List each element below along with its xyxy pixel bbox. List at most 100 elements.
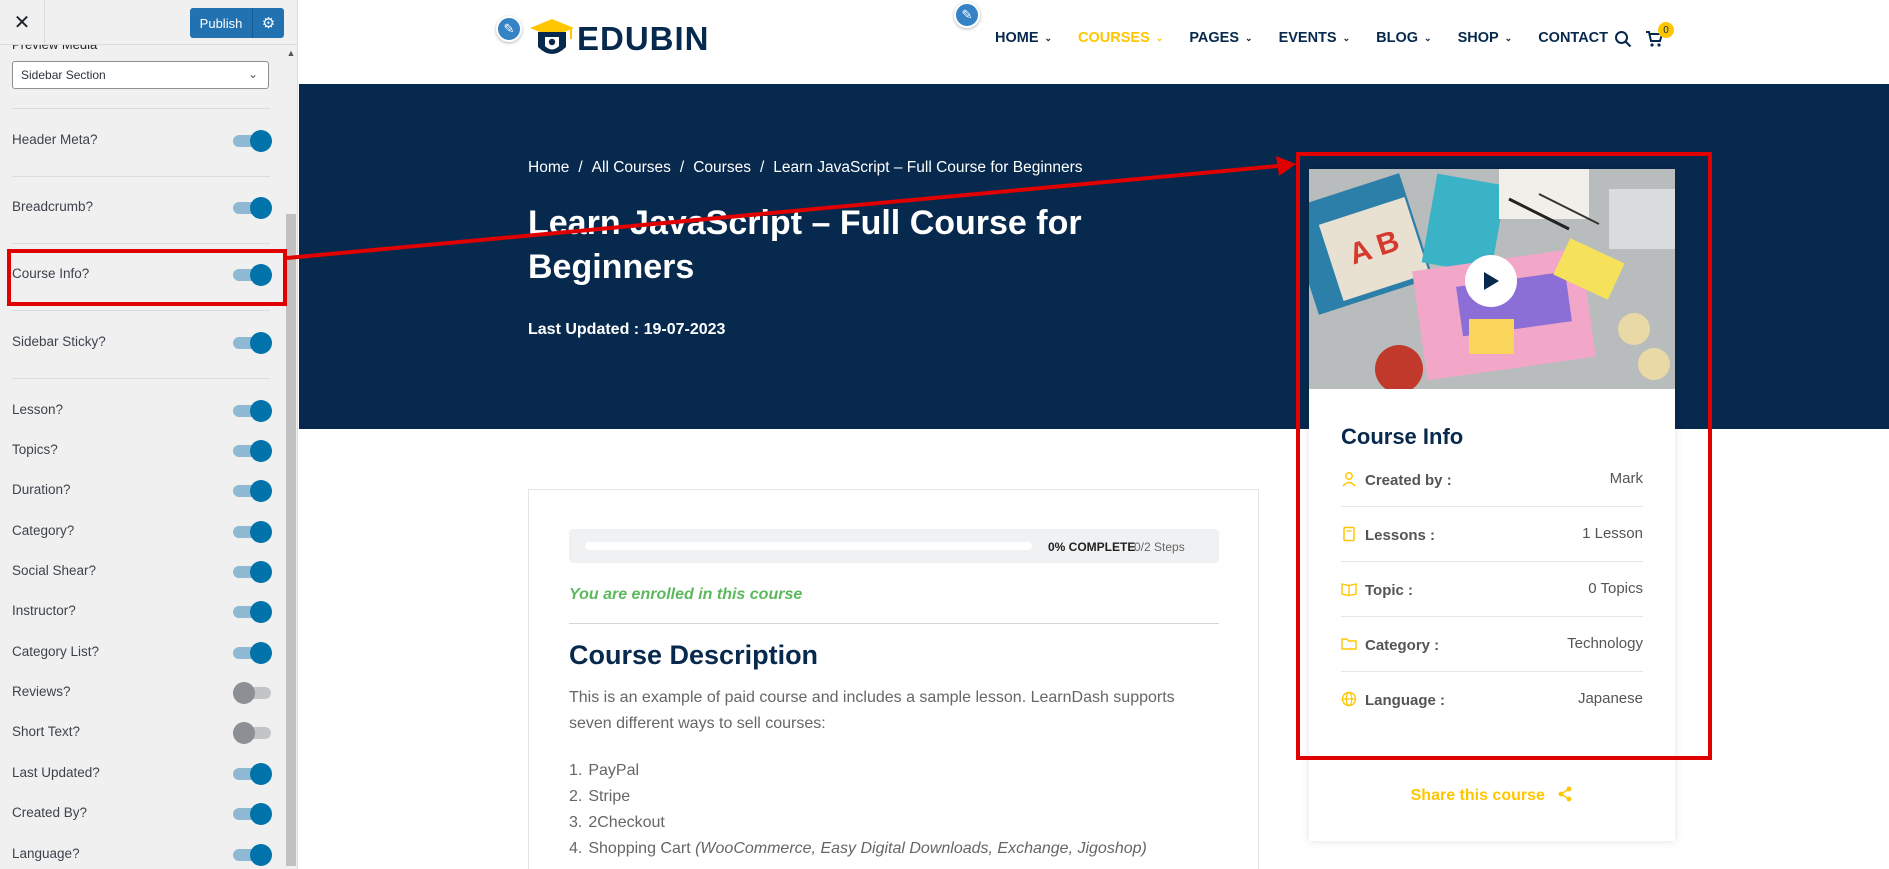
toggle-label: Header Meta? <box>12 132 98 147</box>
nav-item-blog[interactable]: BLOG ⌄ <box>1376 30 1431 46</box>
toggle-switch[interactable] <box>233 763 272 785</box>
progress-steps: 0/2 Steps <box>1134 540 1185 554</box>
info-key: Language : <box>1365 692 1446 709</box>
list-item: 3. 2Checkout <box>569 810 1147 836</box>
preview-media-select[interactable]: Sidebar Section ⌄ <box>12 61 269 89</box>
sidebar-scroll-thumb[interactable] <box>286 214 296 866</box>
toggle-switch[interactable] <box>233 682 271 704</box>
info-row-language: Language : Japanese <box>1341 672 1643 727</box>
list-number: 1. <box>569 762 583 779</box>
toggle-switch[interactable] <box>233 561 272 583</box>
user-icon <box>1342 472 1356 487</box>
last-updated-text: Last Updated : 19-07-2023 <box>528 321 726 338</box>
toggle-switch[interactable] <box>233 332 272 354</box>
toggle-switch[interactable] <box>233 197 272 219</box>
edit-logo-pencil-icon[interactable]: ✎ <box>496 16 522 42</box>
toggle-switch[interactable] <box>233 440 272 462</box>
scroll-up-arrow-icon[interactable]: ▲ <box>286 48 296 58</box>
toggle-row: Topics? <box>12 438 274 462</box>
nav-item-pages[interactable]: PAGES ⌄ <box>1189 30 1252 46</box>
customizer-sidebar: ✕ Publish ⚙ Preview Media Sidebar Sectio… <box>0 0 298 869</box>
toggle-label: Language? <box>12 846 80 861</box>
toggle-knob <box>250 601 272 623</box>
toggle-label: Short Text? <box>12 724 81 739</box>
toggle-label: Instructor? <box>12 603 76 618</box>
play-icon <box>1484 272 1499 290</box>
course-info-heading: Course Info <box>1341 424 1464 449</box>
toggle-knob <box>250 400 272 422</box>
toggle-switch[interactable] <box>233 521 272 543</box>
folder-icon <box>1341 638 1357 650</box>
course-title: Learn JavaScript – Full Course for Begin… <box>528 204 1082 286</box>
toggle-switch[interactable] <box>233 844 272 866</box>
toggle-knob <box>250 844 272 866</box>
nav-item-shop[interactable]: SHOP ⌄ <box>1458 30 1513 46</box>
logo-icon[interactable] <box>528 15 576 63</box>
open-book-icon <box>1341 583 1357 597</box>
toggle-knob <box>250 332 272 354</box>
logo-text[interactable]: EDUBIN <box>577 20 710 58</box>
toggle-row: Breadcrumb? <box>12 195 274 219</box>
close-customizer-button[interactable]: ✕ <box>0 0 45 45</box>
info-key: Lessons : <box>1365 527 1436 544</box>
toggle-knob <box>250 803 272 825</box>
breadcrumb-courses-link[interactable]: Courses <box>693 159 751 177</box>
nav-item-home[interactable]: HOME ⌄ <box>995 30 1052 46</box>
toggle-switch[interactable] <box>233 601 272 623</box>
toggle-knob <box>250 521 272 543</box>
site-header: ✎ EDUBIN ✎ HOME ⌄ COURSES ⌄ PAGES ⌄ EVENTS ⌄ BLO… <box>299 0 1889 84</box>
toggle-row: Duration? <box>12 478 274 502</box>
toggle-switch[interactable] <box>233 130 272 152</box>
toggle-switch[interactable] <box>233 722 271 744</box>
toggle-knob <box>250 197 272 219</box>
breadcrumb-all-courses-link[interactable]: All Courses <box>592 159 671 177</box>
site-preview: ✎ EDUBIN ✎ HOME ⌄ COURSES ⌄ PAGES ⌄ EVENTS ⌄ BLO… <box>299 0 1889 869</box>
toggle-row: Header Meta? <box>12 128 274 152</box>
toggle-switch[interactable] <box>233 642 272 664</box>
info-value: Technology <box>1567 635 1643 652</box>
info-value: 0 Topics <box>1588 580 1643 597</box>
list-number: 4. <box>569 840 583 857</box>
toggle-switch[interactable] <box>233 803 272 825</box>
payment-method-name: Shopping Cart <box>588 840 691 857</box>
toggle-label: Sidebar Sticky? <box>12 334 106 349</box>
toggle-row: Sidebar Sticky? <box>12 330 274 354</box>
share-course-label: Share this course <box>1410 787 1545 804</box>
course-description-heading: Course Description <box>569 640 819 670</box>
nav-item-contact[interactable]: CONTACT <box>1538 30 1608 46</box>
info-value: Japanese <box>1577 690 1643 707</box>
toggle-row: Category List? <box>12 640 274 664</box>
edit-menu-pencil-icon[interactable]: ✎ <box>954 2 980 28</box>
toggle-switch[interactable] <box>233 400 272 422</box>
info-key: Category : <box>1365 637 1440 654</box>
sidebar-divider <box>12 243 270 244</box>
chevron-down-icon: ⌄ <box>247 67 258 81</box>
payment-method-name: Stripe <box>588 788 631 805</box>
nav-item-courses[interactable]: COURSES ⌄ <box>1078 30 1163 46</box>
toggle-label: Lesson? <box>12 402 64 417</box>
progress-percent: 0% COMPLETE <box>1048 540 1136 554</box>
publish-settings-gear-icon[interactable]: ⚙ <box>252 8 284 38</box>
share-course-link[interactable]: Share this course <box>1309 786 1675 805</box>
course-description-text: This is an example of paid course and in… <box>569 689 1175 732</box>
toggle-switch[interactable] <box>233 480 272 502</box>
toggle-label: Reviews? <box>12 684 71 699</box>
course-progress: 0% COMPLETE 0/2 Steps <box>569 529 1219 563</box>
toggle-switch[interactable] <box>233 264 272 286</box>
search-icon[interactable] <box>1614 30 1632 48</box>
chevron-down-icon: ⌄ <box>1245 32 1253 43</box>
chevron-down-icon: ⌄ <box>1504 32 1513 43</box>
enrolled-status: You are enrolled in this course <box>569 586 803 603</box>
play-video-button[interactable] <box>1465 255 1517 307</box>
course-video-thumbnail[interactable]: A B <box>1309 169 1675 389</box>
toggle-label: Course Info? <box>12 266 90 281</box>
chevron-down-icon: ⌄ <box>1424 32 1432 43</box>
course-info-card: A B Course Info Created by : Mark Lesson… <box>1309 169 1675 841</box>
list-item: 1. PayPal <box>569 758 1147 784</box>
nav-item-events[interactable]: EVENTS ⌄ <box>1279 30 1351 46</box>
breadcrumb-home-link[interactable]: Home <box>528 159 569 177</box>
toggle-knob <box>250 763 272 785</box>
publish-button[interactable]: Publish <box>190 8 252 38</box>
toggle-label: Category? <box>12 523 75 538</box>
breadcrumb: Home / All Courses / Courses / Learn Jav… <box>528 159 1083 177</box>
